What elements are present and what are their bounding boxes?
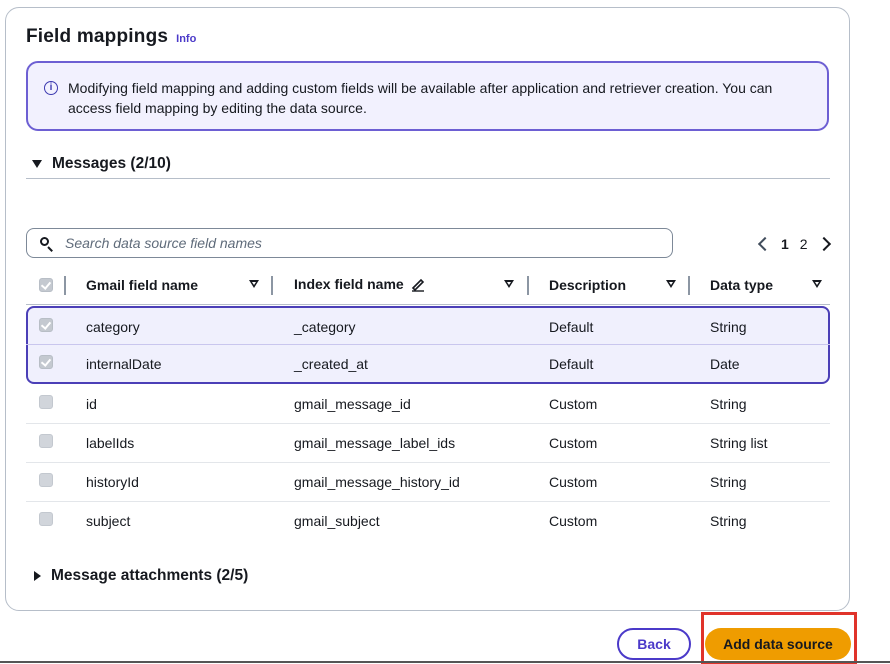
panel-title: Field mappings: [26, 26, 169, 47]
table-row[interactable]: category _category Default String: [26, 306, 830, 345]
description-cell: Custom: [549, 474, 598, 490]
description-cell: Default: [549, 356, 594, 372]
edit-pencil-icon: [411, 278, 424, 292]
back-button[interactable]: Back: [617, 628, 691, 660]
search-icon: [40, 237, 52, 249]
index-field-cell: gmail_message_label_ids: [294, 435, 456, 451]
column-divider: [688, 276, 690, 295]
info-alert: i Modifying field mapping and adding cus…: [26, 61, 829, 131]
column-header-description: Description: [549, 277, 627, 293]
column-divider: [64, 276, 66, 295]
messages-section-label: Messages (2/10): [52, 155, 171, 172]
data-type-cell: String: [710, 396, 747, 412]
messages-section-toggle[interactable]: Messages (2/10): [32, 155, 171, 173]
attachments-section-toggle[interactable]: Message attachments (2/5): [34, 567, 248, 585]
sort-gmail-field-icon[interactable]: [249, 280, 259, 288]
index-field-cell: gmail_subject: [294, 513, 380, 529]
index-field-cell: _category: [294, 319, 356, 335]
index-field-cell: gmail_message_history_id: [294, 474, 460, 490]
data-type-cell: String: [710, 474, 747, 490]
table-row[interactable]: id gmail_message_id Custom String: [26, 385, 830, 424]
attachments-section-label: Message attachments (2/5): [51, 567, 249, 584]
sort-index-field-icon[interactable]: [504, 280, 514, 288]
page-2-button[interactable]: 2: [800, 236, 808, 252]
info-link[interactable]: Info: [176, 33, 196, 45]
gmail-field-cell: id: [86, 396, 97, 412]
column-header-data-type: Data type: [710, 277, 774, 293]
column-divider: [527, 276, 529, 295]
section-divider: [26, 178, 830, 179]
table-row[interactable]: labelIds gmail_message_label_ids Custom …: [26, 424, 830, 463]
search-box: [26, 228, 673, 258]
gmail-field-cell: historyId: [86, 474, 139, 490]
description-cell: Custom: [549, 435, 598, 451]
description-cell: Custom: [549, 396, 598, 412]
sort-description-icon[interactable]: [666, 280, 676, 288]
chevron-right-icon[interactable]: [816, 236, 831, 252]
column-header-index-field: Index field name: [294, 273, 426, 295]
data-type-cell: String: [710, 319, 747, 335]
gmail-field-cell: internalDate: [86, 356, 162, 372]
search-input[interactable]: [63, 234, 647, 252]
row-checkbox[interactable]: [39, 318, 53, 332]
row-checkbox[interactable]: [39, 355, 53, 369]
gmail-field-cell: subject: [86, 513, 131, 529]
pagination: 1 2: [756, 236, 831, 252]
sort-data-type-icon[interactable]: [812, 280, 822, 288]
chevron-left-icon[interactable]: [757, 236, 773, 252]
gmail-field-cell: labelIds: [86, 435, 135, 451]
row-checkbox[interactable]: [39, 434, 53, 448]
add-data-source-button[interactable]: Add data source: [705, 628, 851, 660]
data-type-cell: String: [710, 513, 747, 529]
index-field-cell: gmail_message_id: [294, 396, 411, 412]
column-divider: [271, 276, 273, 295]
row-checkbox[interactable]: [39, 473, 53, 487]
index-field-label: Index field name: [294, 276, 404, 292]
table-row[interactable]: historyId gmail_message_history_id Custo…: [26, 463, 830, 502]
description-cell: Custom: [549, 513, 598, 529]
page-1-button[interactable]: 1: [781, 236, 789, 252]
data-type-cell: Date: [710, 356, 740, 372]
table-header-divider: [26, 304, 830, 305]
column-header-gmail-field: Gmail field name: [86, 277, 199, 293]
panel-header: Field mappings Info: [26, 26, 196, 48]
info-circle-icon: i: [44, 81, 58, 95]
row-checkbox[interactable]: [39, 512, 53, 526]
index-field-cell: _created_at: [294, 356, 368, 372]
page-bottom-divider: [0, 661, 890, 663]
table-row[interactable]: subject gmail_subject Custom String: [26, 502, 830, 541]
gmail-field-cell: category: [86, 319, 140, 335]
description-cell: Default: [549, 319, 594, 335]
row-checkbox[interactable]: [39, 395, 53, 409]
field-mappings-panel: Field mappings Info i Modifying field ma…: [5, 7, 850, 611]
data-type-cell: String list: [710, 435, 768, 451]
table-row[interactable]: internalDate _created_at Default Date: [26, 345, 830, 384]
alert-text: Modifying field mapping and adding custo…: [68, 80, 773, 116]
select-all-checkbox[interactable]: [39, 278, 53, 292]
caret-down-icon: [32, 160, 42, 168]
caret-right-icon: [34, 571, 41, 581]
